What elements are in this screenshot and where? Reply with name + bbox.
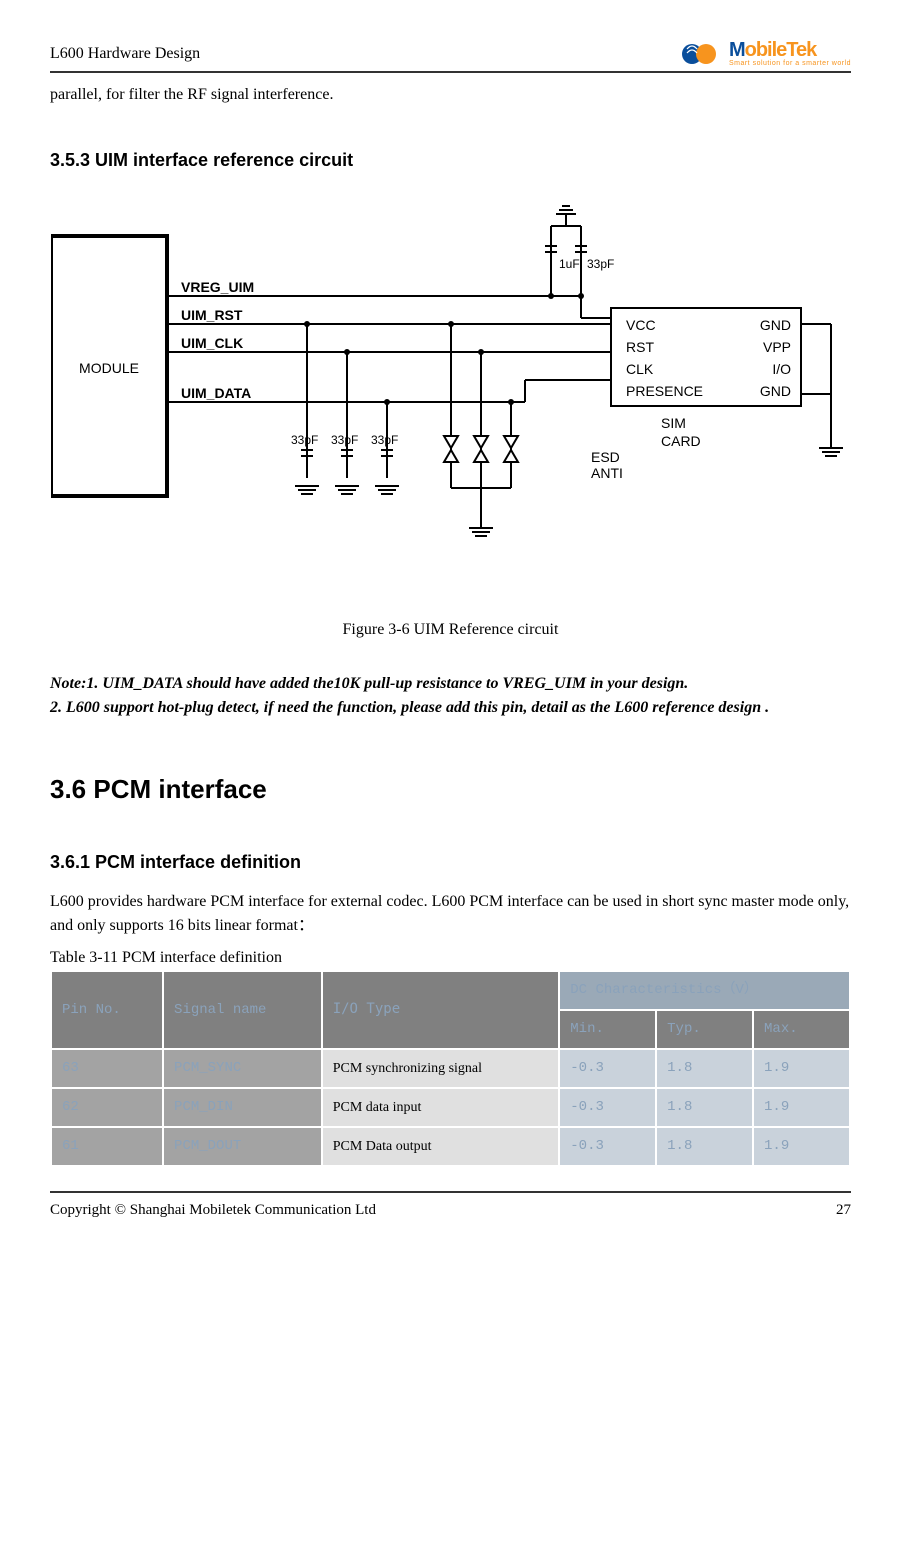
- doc-title: L600 Hardware Design: [50, 42, 200, 66]
- logo-text-m: M: [729, 39, 745, 61]
- table-row: 62 PCM_DIN PCM data input -0.3 1.8 1.9: [51, 1088, 850, 1127]
- figure-caption: Figure 3-6 UIM Reference circuit: [50, 618, 851, 642]
- svg-text:GND: GND: [759, 317, 790, 333]
- signal-lines: VREG_UIM UIM_RST UIM_CLK UIM_DATA: [167, 279, 611, 402]
- logo: MobileTek Smart solution for a smarter w…: [681, 40, 851, 67]
- col-typ: Typ.: [656, 1010, 753, 1049]
- col-min: Min.: [559, 1010, 656, 1049]
- esd-anti: ESD ANTI: [444, 321, 623, 536]
- footer-page-number: 27: [836, 1199, 851, 1222]
- heading-353: 3.5.3 UIM interface reference circuit: [50, 147, 851, 174]
- top-caps: 1uF 33pF: [545, 206, 614, 299]
- svg-text:UIM_CLK: UIM_CLK: [181, 335, 243, 351]
- page-footer: Copyright © Shanghai Mobiletek Communica…: [50, 1191, 851, 1222]
- svg-text:VPP: VPP: [762, 339, 790, 355]
- svg-text:I/O: I/O: [772, 361, 791, 377]
- svg-text:33pF: 33pF: [371, 433, 398, 447]
- svg-text:RST: RST: [626, 339, 654, 355]
- svg-text:33pF: 33pF: [331, 433, 358, 447]
- heading-36: 3.6 PCM interface: [50, 770, 851, 809]
- pcm-intro-text: L600 provides hardware PCM interface for…: [50, 890, 851, 938]
- col-max: Max.: [753, 1010, 850, 1049]
- page-header: L600 Hardware Design MobileTek Smart sol…: [50, 40, 851, 73]
- svg-text:UIM_RST: UIM_RST: [181, 307, 243, 323]
- logo-icon: [681, 43, 725, 65]
- svg-text:1uF: 1uF: [559, 257, 580, 271]
- continuation-text: parallel, for filter the RF signal inter…: [50, 83, 851, 107]
- svg-text:ANTI: ANTI: [591, 465, 623, 481]
- svg-text:SIM: SIM: [661, 415, 686, 431]
- table-header-row-1: Pin No. Signal name I/O Type DC Characte…: [51, 971, 850, 1010]
- table-row: 63 PCM_SYNC PCM synchronizing signal -0.…: [51, 1049, 850, 1088]
- module-label: MODULE: [79, 360, 139, 376]
- svg-text:UIM_DATA: UIM_DATA: [181, 385, 251, 401]
- schematic-svg: .blk { fill:#fff; stroke:#000; stroke-wi…: [51, 188, 851, 588]
- table-row: 61 PCM_DOUT PCM Data output -0.3 1.8 1.9: [51, 1127, 850, 1166]
- col-dc: DC Characteristics（V）: [559, 971, 850, 1010]
- col-pin-no: Pin No.: [51, 971, 163, 1049]
- heading-361: 3.6.1 PCM interface definition: [50, 849, 851, 876]
- svg-text:PRESENCE: PRESENCE: [626, 383, 703, 399]
- svg-text:33pF: 33pF: [587, 257, 614, 271]
- svg-text:33pF: 33pF: [291, 433, 318, 447]
- sim-card: VCC RST CLK PRESENCE GND VPP I/O GND SIM…: [581, 308, 843, 456]
- svg-text:GND: GND: [759, 383, 790, 399]
- svg-text:VREG_UIM: VREG_UIM: [181, 279, 254, 295]
- svg-text:ESD: ESD: [591, 449, 620, 465]
- col-signal: Signal name: [163, 971, 322, 1049]
- pcm-table: Pin No. Signal name I/O Type DC Characte…: [50, 970, 851, 1167]
- svg-text:CLK: CLK: [626, 361, 654, 377]
- footer-copyright: Copyright © Shanghai Mobiletek Communica…: [50, 1199, 376, 1222]
- bottom-caps: 33pF 33pF 33pF: [291, 321, 399, 494]
- figure-uim-reference: .blk { fill:#fff; stroke:#000; stroke-wi…: [50, 188, 851, 642]
- note-block: Note:1. UIM_DATA should have added the10…: [50, 672, 851, 720]
- svg-text:VCC: VCC: [626, 317, 656, 333]
- logo-text-rest: obileTek: [745, 39, 817, 61]
- table-caption: Table 3-11 PCM interface definition: [50, 946, 851, 970]
- svg-text:CARD: CARD: [661, 433, 701, 449]
- logo-tagline: Smart solution for a smarter world: [729, 60, 851, 67]
- col-io: I/O Type: [322, 971, 560, 1049]
